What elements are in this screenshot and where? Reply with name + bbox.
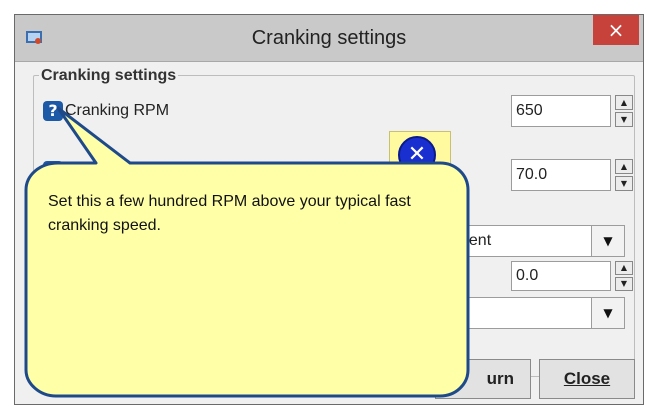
- tooltip-text: Set this a few hundred RPM above your ty…: [48, 193, 411, 234]
